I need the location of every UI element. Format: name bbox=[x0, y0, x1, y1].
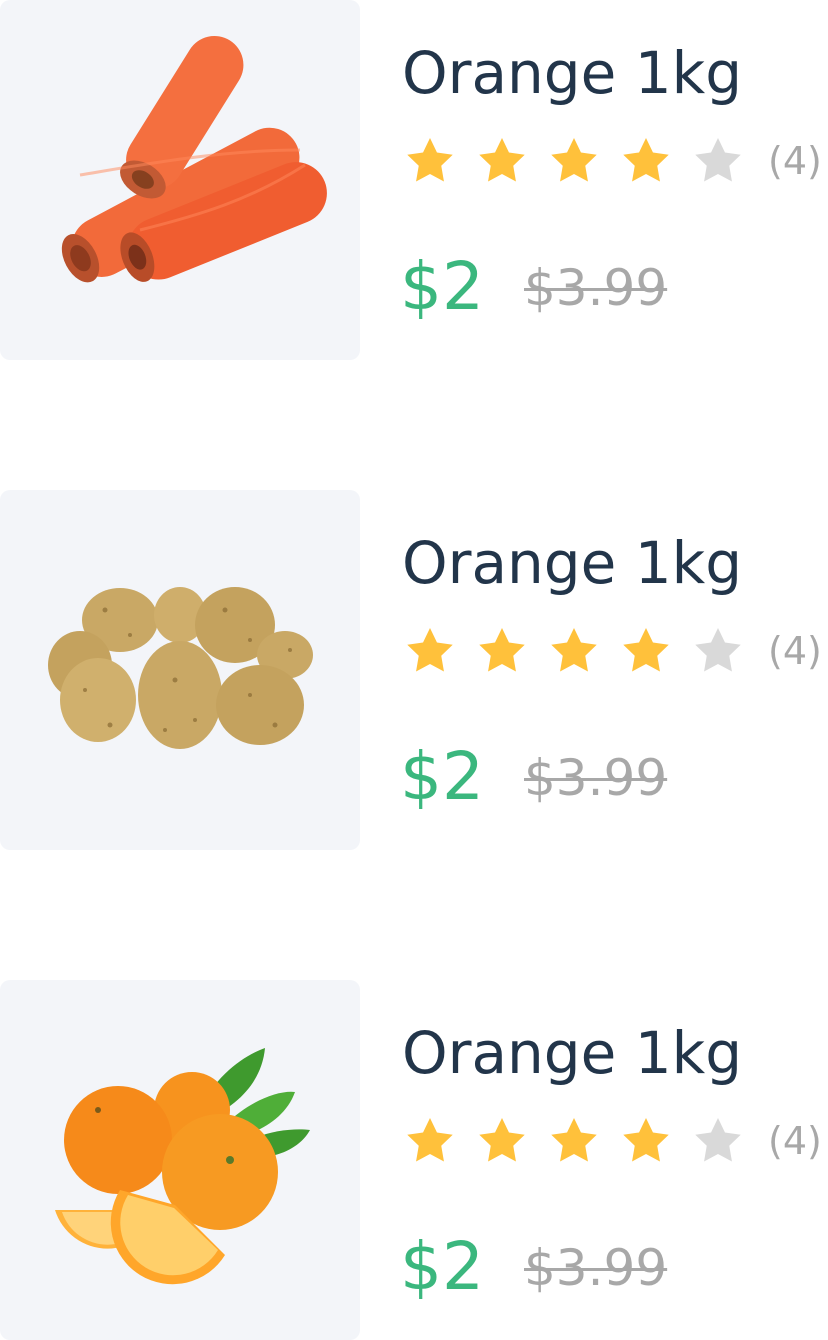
product-card[interactable]: Orange 1kg (4) $2 $3.99 bbox=[0, 490, 828, 850]
old-price: $3.99 bbox=[524, 1239, 668, 1297]
product-card[interactable]: Orange 1kg (4) $2 $3.99 bbox=[0, 0, 828, 360]
star-empty-icon bbox=[695, 628, 741, 672]
product-image-carrots[interactable] bbox=[0, 0, 360, 360]
price: $2 bbox=[400, 248, 484, 325]
star-filled-icon bbox=[623, 1118, 669, 1162]
carrots-illustration bbox=[61, 36, 327, 283]
product-name[interactable]: Orange 1kg bbox=[402, 1018, 742, 1088]
product-card[interactable]: Orange 1kg (4) $2 $3.99 bbox=[0, 980, 828, 1340]
star-filled-icon bbox=[551, 628, 597, 672]
star-filled-icon bbox=[479, 1118, 525, 1162]
rating-stars bbox=[402, 624, 746, 678]
price: $2 bbox=[400, 1228, 484, 1305]
old-price: $3.99 bbox=[524, 749, 668, 807]
product-image-oranges[interactable] bbox=[0, 980, 360, 1340]
rating-count: (4) bbox=[768, 629, 822, 673]
star-empty-icon bbox=[695, 138, 741, 182]
star-filled-icon bbox=[479, 138, 525, 182]
rating-count: (4) bbox=[768, 139, 822, 183]
rating-stars bbox=[402, 134, 746, 188]
star-filled-icon bbox=[407, 138, 453, 182]
star-empty-icon bbox=[695, 1118, 741, 1162]
product-name[interactable]: Orange 1kg bbox=[402, 528, 742, 598]
price: $2 bbox=[400, 738, 484, 815]
star-filled-icon bbox=[623, 138, 669, 182]
rating-stars bbox=[402, 1114, 746, 1168]
star-filled-icon bbox=[551, 138, 597, 182]
star-filled-icon bbox=[407, 1118, 453, 1162]
star-filled-icon bbox=[407, 628, 453, 672]
star-filled-icon bbox=[623, 628, 669, 672]
star-filled-icon bbox=[551, 1118, 597, 1162]
rating-count: (4) bbox=[768, 1119, 822, 1163]
potatoes-illustration bbox=[48, 587, 313, 749]
product-name[interactable]: Orange 1kg bbox=[402, 38, 742, 108]
oranges-illustration bbox=[55, 1048, 310, 1285]
star-filled-icon bbox=[479, 628, 525, 672]
product-image-potatoes[interactable] bbox=[0, 490, 360, 850]
old-price: $3.99 bbox=[524, 259, 668, 317]
